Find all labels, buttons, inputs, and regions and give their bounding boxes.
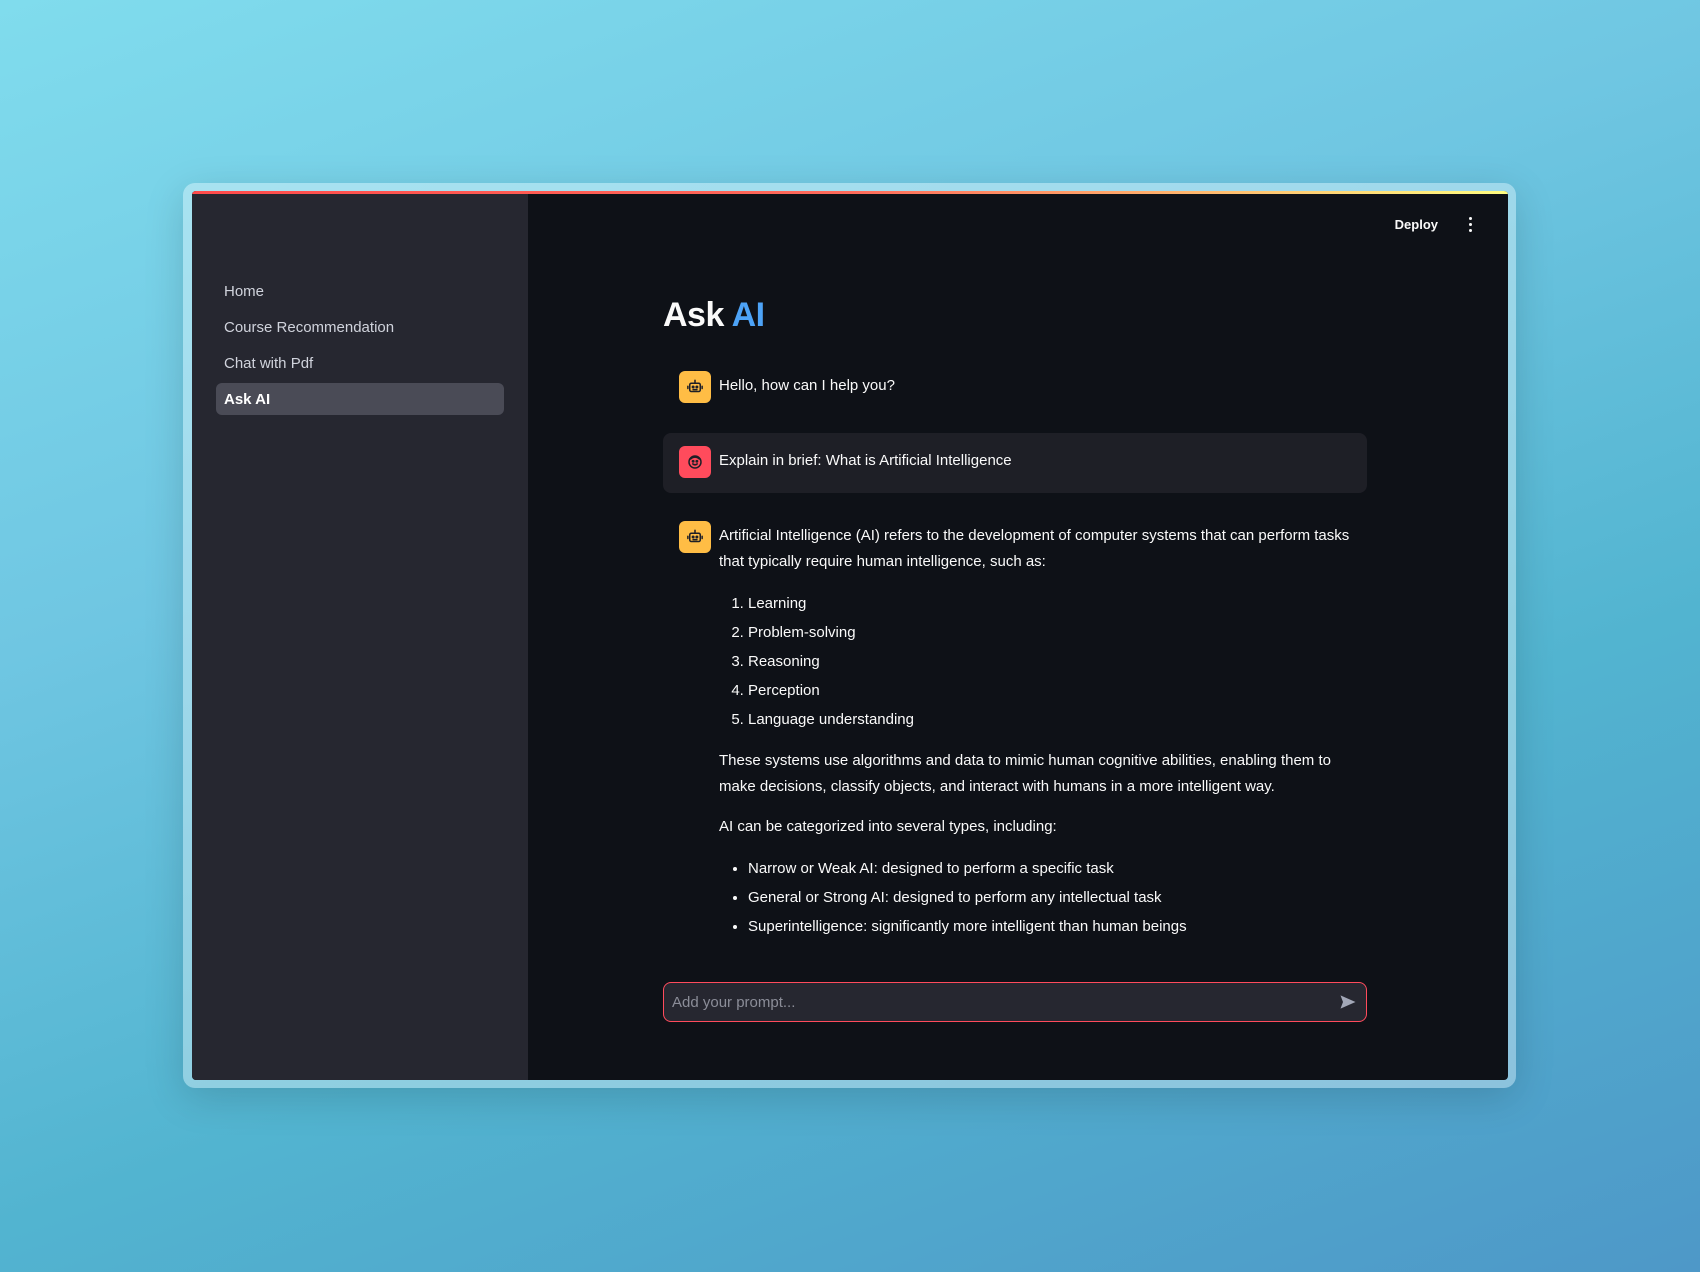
- sidebar-item-label: Home: [224, 282, 265, 300]
- message-text: Hello, how can I help you?: [719, 377, 895, 394]
- list-item: Perception: [748, 676, 1351, 705]
- message-body: Artificial Intelligence (AI) refers to t…: [719, 523, 1351, 955]
- header-actions: Deploy: [1391, 211, 1478, 238]
- sidebar-item-chat-with-pdf[interactable]: Chat with Pdf: [216, 347, 504, 379]
- deploy-button[interactable]: Deploy: [1391, 211, 1442, 238]
- sidebar-item-course-recommendation[interactable]: Course Recommendation: [216, 311, 504, 343]
- sidebar-nav: Home Course Recommendation Chat with Pdf…: [216, 275, 504, 419]
- decoration-bar: [192, 191, 1508, 194]
- message-paragraph: These systems use algorithms and data to…: [719, 752, 1331, 795]
- list-item: Narrow or Weak AI: designed to perform a…: [748, 854, 1351, 883]
- page-title-accent: AI: [731, 296, 766, 334]
- message-types-intro: AI can be categorized into several types…: [719, 818, 1057, 835]
- sidebar-item-label: Ask AI: [224, 390, 271, 408]
- sidebar: Home Course Recommendation Chat with Pdf…: [192, 191, 528, 1080]
- chat-message-assistant: Hello, how can I help you?: [663, 357, 1367, 419]
- message-intro: Artificial Intelligence (AI) refers to t…: [719, 527, 1350, 570]
- sidebar-item-label: Chat with Pdf: [224, 354, 314, 372]
- list-item: General or Strong AI: designed to perfor…: [748, 883, 1351, 912]
- user-face-icon: [679, 446, 711, 478]
- ordered-list: Learning Problem-solving Reasoning Perce…: [719, 589, 1351, 734]
- robot-icon: [679, 371, 711, 403]
- send-icon[interactable]: [1330, 984, 1366, 1020]
- chat-input-container: [663, 982, 1367, 1022]
- list-item: Problem-solving: [748, 618, 1351, 647]
- app-window: Home Course Recommendation Chat with Pdf…: [192, 191, 1508, 1080]
- sidebar-item-home[interactable]: Home: [216, 275, 504, 307]
- prompt-input[interactable]: [664, 993, 1330, 1011]
- sidebar-item-ask-ai[interactable]: Ask AI: [216, 383, 504, 415]
- list-item: Reasoning: [748, 647, 1351, 676]
- message-text: Explain in brief: What is Artificial Int…: [719, 452, 1012, 469]
- bullet-list: Narrow or Weak AI: designed to perform a…: [719, 854, 1351, 941]
- chat-message-assistant: Artificial Intelligence (AI) refers to t…: [663, 507, 1367, 971]
- page-title: Ask AI: [663, 296, 1367, 335]
- list-item: Superintelligence: significantly more in…: [748, 912, 1351, 941]
- robot-icon: [679, 521, 711, 553]
- main-area: Deploy Ask AI Hello, how can I help you?…: [528, 191, 1508, 1080]
- sidebar-item-label: Course Recommendation: [224, 318, 395, 336]
- list-item: Language understanding: [748, 705, 1351, 734]
- page-title-main: Ask: [663, 296, 724, 334]
- chat-message-user: Explain in brief: What is Artificial Int…: [663, 433, 1367, 493]
- kebab-menu-icon[interactable]: [1462, 215, 1478, 235]
- list-item: Learning: [748, 589, 1351, 618]
- chat-content: Ask AI Hello, how can I help you? Explai…: [663, 296, 1367, 971]
